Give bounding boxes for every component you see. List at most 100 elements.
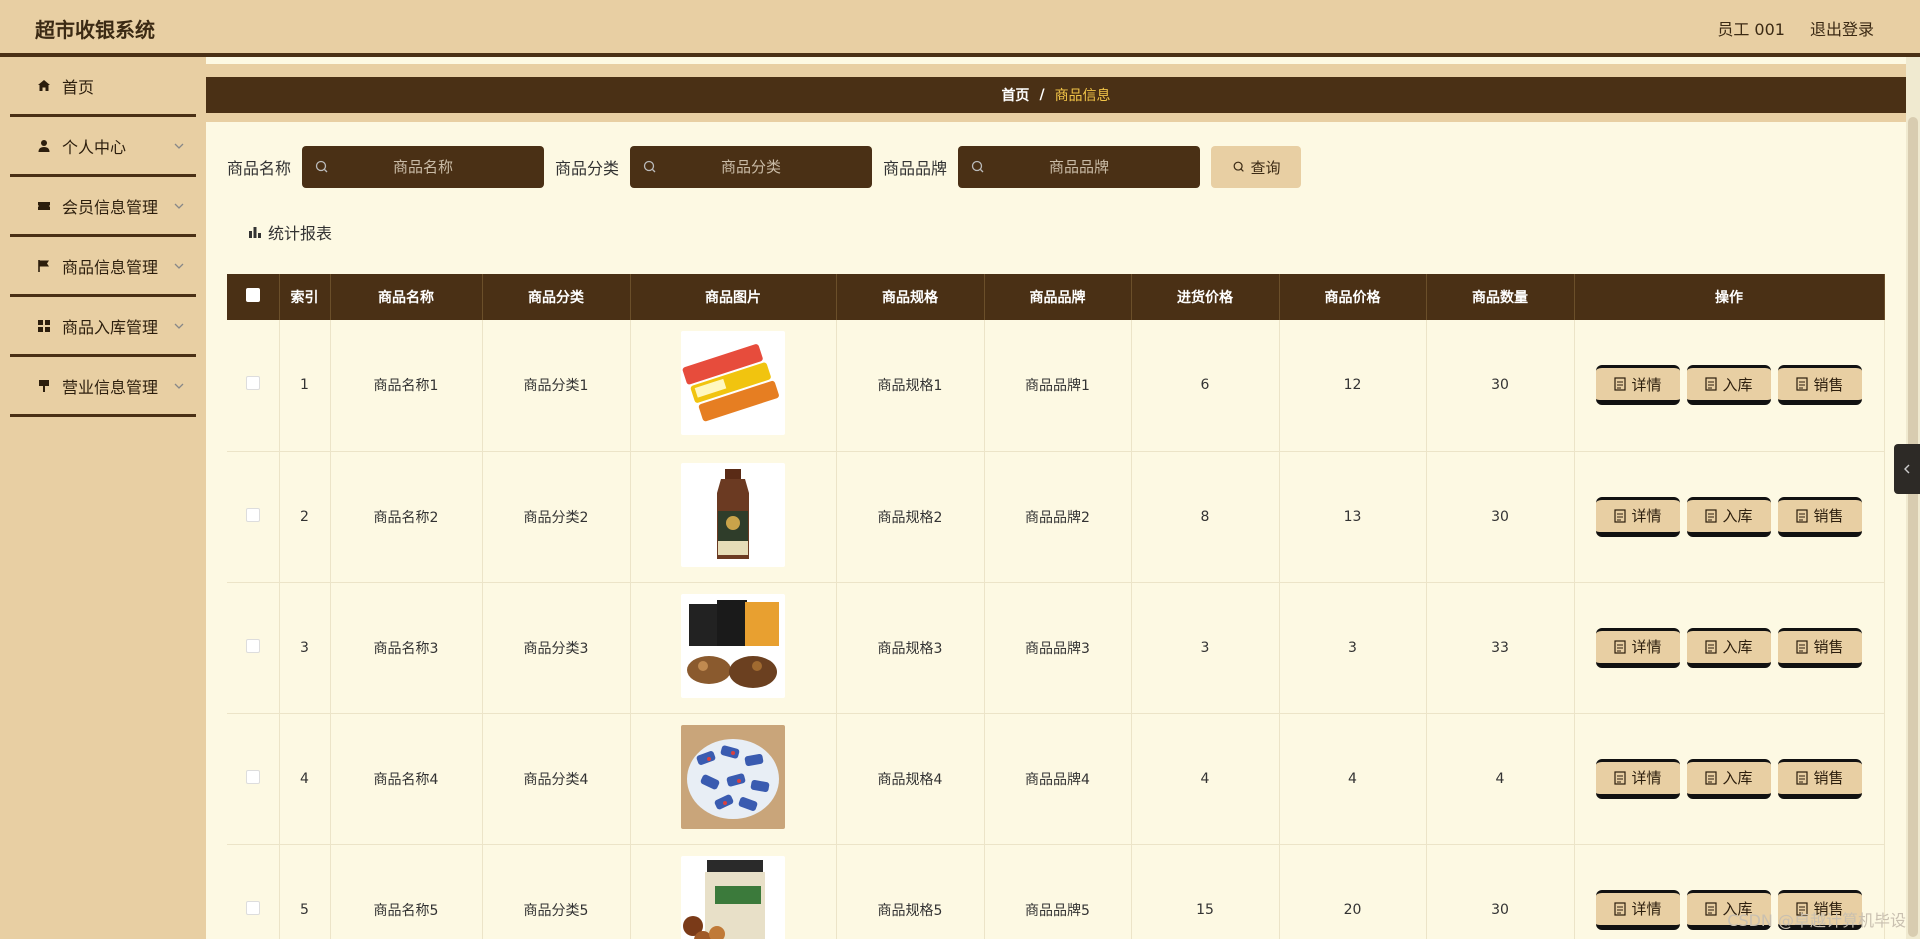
main-content: 首页 / 商品信息 商品名称 商品分类 商品品牌 查询 统计报表 bbox=[206, 57, 1906, 939]
document-icon bbox=[1796, 770, 1809, 785]
sidebar: 首页 个人中心 会员信息管理 商品信息管理 商品入库管理 营业信息管理 bbox=[0, 57, 206, 939]
spec-cell: 商品规格2 bbox=[836, 451, 985, 583]
product-image[interactable] bbox=[681, 462, 785, 567]
price-cell: 20 bbox=[1279, 844, 1427, 939]
brand-cell: 商品品牌4 bbox=[984, 713, 1132, 845]
row-checkbox[interactable] bbox=[245, 638, 260, 653]
row-checkbox[interactable] bbox=[245, 507, 260, 522]
document-icon bbox=[1705, 770, 1718, 785]
stats-report-link[interactable]: 统计报表 bbox=[248, 220, 332, 244]
sidebar-item-members[interactable]: 会员信息管理 bbox=[10, 177, 196, 237]
scrollbar-thumb[interactable] bbox=[1908, 117, 1918, 937]
table-row: 2 商品名称2 商品分类2 商品规格2 商品品牌2 8 13 30 详情 入库 … bbox=[227, 451, 1885, 583]
detail-button-label: 详情 bbox=[1631, 375, 1662, 394]
row-checkbox[interactable] bbox=[245, 769, 260, 784]
chevron-down-icon bbox=[174, 263, 184, 269]
page-scrollbar[interactable] bbox=[1906, 57, 1920, 939]
detail-button[interactable]: 详情 bbox=[1596, 758, 1680, 799]
cost-price-cell: 4 bbox=[1131, 713, 1280, 845]
stock-in-button-label: 入库 bbox=[1722, 769, 1753, 787]
sidebar-item-business[interactable]: 营业信息管理 bbox=[10, 357, 196, 417]
detail-button[interactable]: 详情 bbox=[1596, 365, 1680, 406]
category-cell: 商品分类1 bbox=[482, 320, 631, 452]
cost-price-cell: 6 bbox=[1131, 320, 1280, 452]
watermark: CSDN @卓越计算机毕设 bbox=[1727, 911, 1906, 930]
image-cell bbox=[630, 713, 837, 845]
brand-cell: 商品品牌2 bbox=[984, 451, 1132, 583]
detail-button[interactable]: 详情 bbox=[1596, 889, 1680, 930]
detail-button[interactable]: 详情 bbox=[1596, 496, 1680, 537]
stock-in-button[interactable]: 入库 bbox=[1687, 496, 1771, 537]
product-table: 索引 商品名称 商品分类 商品图片 商品规格 商品品牌 进货价格 商品价格 商品… bbox=[227, 274, 1885, 939]
sell-button[interactable]: 销售 bbox=[1778, 365, 1862, 406]
detail-button-label: 详情 bbox=[1631, 638, 1662, 656]
price-cell: 13 bbox=[1279, 451, 1427, 583]
document-icon bbox=[1705, 639, 1718, 654]
name-search-input[interactable] bbox=[302, 146, 545, 188]
sell-button[interactable]: 销售 bbox=[1778, 758, 1862, 799]
row-checkbox[interactable] bbox=[245, 900, 260, 915]
product-image[interactable] bbox=[681, 724, 785, 829]
select-all-checkbox[interactable] bbox=[245, 288, 260, 302]
quantity-cell: 30 bbox=[1426, 844, 1575, 939]
product-image[interactable] bbox=[681, 593, 785, 698]
brand-search-box bbox=[958, 146, 1201, 188]
product-image[interactable] bbox=[681, 855, 785, 939]
detail-button[interactable]: 详情 bbox=[1596, 627, 1680, 668]
column-header: 商品品牌 bbox=[984, 274, 1132, 320]
column-header: 商品图片 bbox=[630, 274, 837, 320]
side-panel-toggle[interactable] bbox=[1894, 444, 1920, 494]
breadcrumb-home[interactable]: 首页 bbox=[1001, 85, 1029, 105]
current-user[interactable]: 员工 001 bbox=[1717, 16, 1785, 40]
breadcrumb-bar: 首页 / 商品信息 bbox=[206, 64, 1906, 122]
sidebar-item-profile[interactable]: 个人中心 bbox=[10, 117, 196, 177]
table-row: 1 商品名称1 商品分类1 商品规格1 商品品牌1 6 12 30 详情 入库 … bbox=[227, 320, 1885, 452]
top-header: 超市收银系统 员工 001 退出登录 bbox=[0, 0, 1920, 57]
category-search-input[interactable] bbox=[630, 146, 873, 188]
row-checkbox[interactable] bbox=[245, 376, 260, 391]
brand-cell: 商品品牌5 bbox=[984, 844, 1132, 939]
detail-button-label: 详情 bbox=[1631, 769, 1662, 787]
sidebar-item-home[interactable]: 首页 bbox=[10, 57, 196, 117]
search-icon bbox=[971, 160, 984, 173]
sidebar-item-products[interactable]: 商品信息管理 bbox=[10, 237, 196, 297]
table-row: 5 商品名称5 商品分类5 商品规格5 商品品牌5 15 20 30 详情 入库… bbox=[227, 844, 1885, 939]
name-cell: 商品名称5 bbox=[330, 844, 483, 939]
row-select-cell bbox=[227, 320, 280, 452]
signpost-icon bbox=[36, 378, 52, 394]
document-icon bbox=[1705, 901, 1718, 916]
product-image[interactable] bbox=[681, 331, 785, 436]
index-cell: 3 bbox=[279, 582, 331, 714]
document-icon bbox=[1705, 377, 1718, 391]
document-icon bbox=[1796, 639, 1809, 654]
document-icon bbox=[1614, 377, 1627, 391]
brand-cell: 商品品牌1 bbox=[984, 320, 1132, 452]
spec-cell: 商品规格1 bbox=[836, 320, 985, 452]
select-all-cell bbox=[227, 274, 280, 320]
stock-in-button-label: 入库 bbox=[1722, 375, 1753, 394]
row-select-cell bbox=[227, 582, 280, 714]
chevron-down-icon bbox=[174, 143, 184, 149]
sell-button[interactable]: 销售 bbox=[1778, 627, 1862, 668]
actions-cell: 详情 入库 销售 bbox=[1574, 320, 1885, 452]
sell-button[interactable]: 销售 bbox=[1778, 496, 1862, 537]
actions-cell: 详情 入库 销售 bbox=[1574, 582, 1885, 714]
stock-in-button[interactable]: 入库 bbox=[1687, 627, 1771, 668]
stock-in-button[interactable]: 入库 bbox=[1687, 365, 1771, 406]
search-icon bbox=[1233, 161, 1244, 172]
chevron-down-icon bbox=[174, 323, 184, 329]
row-select-cell bbox=[227, 844, 280, 939]
stock-in-button[interactable]: 入库 bbox=[1687, 758, 1771, 799]
grid-icon bbox=[36, 318, 52, 334]
index-cell: 5 bbox=[279, 844, 331, 939]
brand-search-input[interactable] bbox=[958, 146, 1201, 188]
query-button[interactable]: 查询 bbox=[1211, 146, 1302, 188]
category-cell: 商品分类3 bbox=[482, 582, 631, 714]
detail-button-label: 详情 bbox=[1631, 900, 1662, 918]
bar-chart-icon bbox=[249, 227, 261, 238]
sell-button-label: 销售 bbox=[1813, 375, 1844, 394]
stats-report-label: 统计报表 bbox=[268, 224, 333, 243]
sidebar-item-stock-in[interactable]: 商品入库管理 bbox=[10, 297, 196, 357]
cost-price-cell: 8 bbox=[1131, 451, 1280, 583]
logout-link[interactable]: 退出登录 bbox=[1810, 16, 1874, 40]
